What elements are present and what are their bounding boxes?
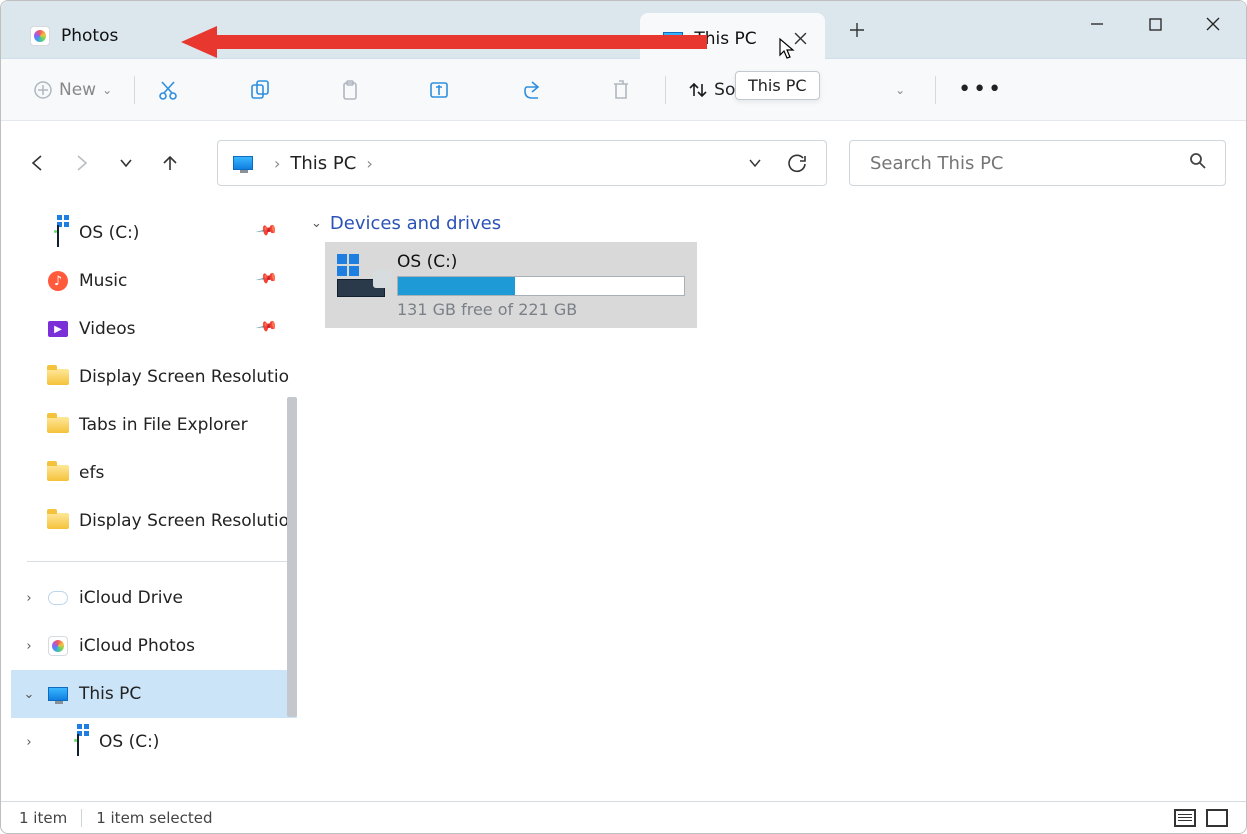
refresh-button[interactable] [782,148,812,178]
sidebar-item-label: Display Screen Resolutio [79,367,289,387]
details-view-button[interactable] [1174,809,1196,827]
sidebar-item-label: Music [79,271,127,291]
window-controls [1068,1,1242,47]
sidebar-item-label: OS (C:) [79,223,139,243]
paste-button[interactable] [331,70,369,110]
rename-button[interactable] [421,70,461,110]
delete-button[interactable] [603,70,639,110]
address-bar[interactable]: › This PC › [217,140,827,186]
drive-name: OS (C:) [397,252,685,272]
tab-close-button[interactable] [787,25,815,53]
folder-icon [47,462,69,484]
sidebar-item-label: Tabs in File Explorer [79,415,248,435]
sidebar-quick-item[interactable]: efs [11,449,297,497]
sidebar-quick-item[interactable]: Display Screen Resolutio [11,497,297,545]
main-panel: ⌄ Devices and drives OS (C:) 131 GB free… [297,191,1246,801]
lock-icon [373,270,391,288]
cloud-icon [47,587,69,609]
drive-tile[interactable]: OS (C:) 131 GB free of 221 GB [325,242,697,328]
search-input[interactable] [868,152,1173,175]
folder-icon [47,366,69,388]
group-header[interactable]: ⌄ Devices and drives [311,213,1230,234]
sidebar-tree-item[interactable]: ⌄ This PC [11,670,297,718]
sidebar-item-label: iCloud Drive [79,588,183,608]
search-box[interactable] [849,140,1226,186]
address-dropdown[interactable] [738,146,772,180]
video-icon: ▶ [47,318,69,340]
drive-icon [47,222,69,244]
scrollbar[interactable] [287,397,297,717]
sidebar-quick-item[interactable]: ♪ Music 📌 [11,257,297,305]
pin-icon: 📌 [255,219,278,242]
new-tab-button[interactable] [839,12,875,48]
expand-toggle[interactable]: › [19,735,39,750]
folder-icon [47,414,69,436]
view-toggle [1174,809,1228,827]
navigation-row: › This PC › [1,135,1246,191]
toolbar: New ⌄ Sort ⌄ ⌄ ••• [1,59,1246,121]
recent-button[interactable] [109,146,143,180]
pin-icon: 📌 [255,315,278,338]
more-button[interactable]: ••• [950,70,1011,110]
sidebar-tree-item[interactable]: › OS (C:) [11,718,297,766]
sidebar-item-label: Display Screen Resolutio [79,511,289,531]
sidebar: OS (C:) 📌 ♪ Music 📌 ▶ Videos 📌 Display Screen Re… [1,191,297,801]
copy-button[interactable] [241,70,279,110]
annotation-arrow [181,30,707,54]
sidebar-tree-item[interactable]: › iCloud Photos [11,622,297,670]
share-button[interactable] [513,70,551,110]
up-button[interactable] [153,146,187,180]
sidebar-quick-item[interactable]: ▶ Videos 📌 [11,305,297,353]
chevron-right-icon[interactable]: › [366,154,372,173]
minimize-button[interactable] [1068,1,1126,47]
sidebar-quick-item[interactable]: Tabs in File Explorer [11,401,297,449]
body-split: OS (C:) 📌 ♪ Music 📌 ▶ Videos 📌 Display Screen Re… [1,191,1246,801]
maximize-button[interactable] [1126,1,1184,47]
sidebar-item-label: This PC [79,684,141,704]
item-selected: 1 item selected [96,809,212,827]
pin-icon: 📌 [255,267,278,290]
photos-icon [47,635,69,657]
sidebar-item-label: efs [79,463,104,483]
monitor-icon [232,152,254,174]
tab-tooltip: This PC [735,71,820,100]
folder-icon [47,510,69,532]
drive-icon [337,256,385,314]
sidebar-quick-item[interactable]: OS (C:) 📌 [11,209,297,257]
drive-icon [67,731,89,753]
photos-icon [29,25,51,47]
sidebar-quick-item[interactable]: Display Screen Resolutio [11,353,297,401]
sidebar-item-label: Videos [79,319,136,339]
tiles-view-button[interactable] [1206,809,1228,827]
new-button[interactable]: New ⌄ [25,70,120,110]
titlebar: Photos This PC This PC [1,1,1246,59]
view-button[interactable]: ⌄ [887,70,913,110]
music-icon: ♪ [47,270,69,292]
tab-label: Photos [61,26,118,46]
chevron-down-icon: ⌄ [895,83,905,97]
back-button[interactable] [21,146,55,180]
sidebar-item-label: OS (C:) [99,732,159,752]
chevron-down-icon: ⌄ [102,83,112,97]
tab-photos[interactable]: Photos [15,13,132,59]
drive-usage-bar [397,276,685,296]
close-button[interactable] [1184,1,1242,47]
breadcrumb-item[interactable]: This PC [290,153,356,174]
forward-button[interactable] [65,146,99,180]
drive-free-text: 131 GB free of 221 GB [397,300,685,319]
monitor-icon [47,683,69,705]
chevron-right-icon[interactable]: › [274,154,280,173]
sidebar-tree-item[interactable]: › iCloud Drive [11,574,297,622]
sidebar-item-label: iCloud Photos [79,636,195,656]
item-count: 1 item [19,809,67,827]
status-bar: 1 item 1 item selected [1,801,1246,833]
search-icon[interactable] [1189,152,1207,174]
expand-toggle[interactable]: › [19,639,39,654]
cut-button[interactable] [149,70,187,110]
expand-toggle[interactable]: ⌄ [19,687,39,702]
chevron-down-icon: ⌄ [311,216,322,231]
expand-toggle[interactable]: › [19,591,39,606]
